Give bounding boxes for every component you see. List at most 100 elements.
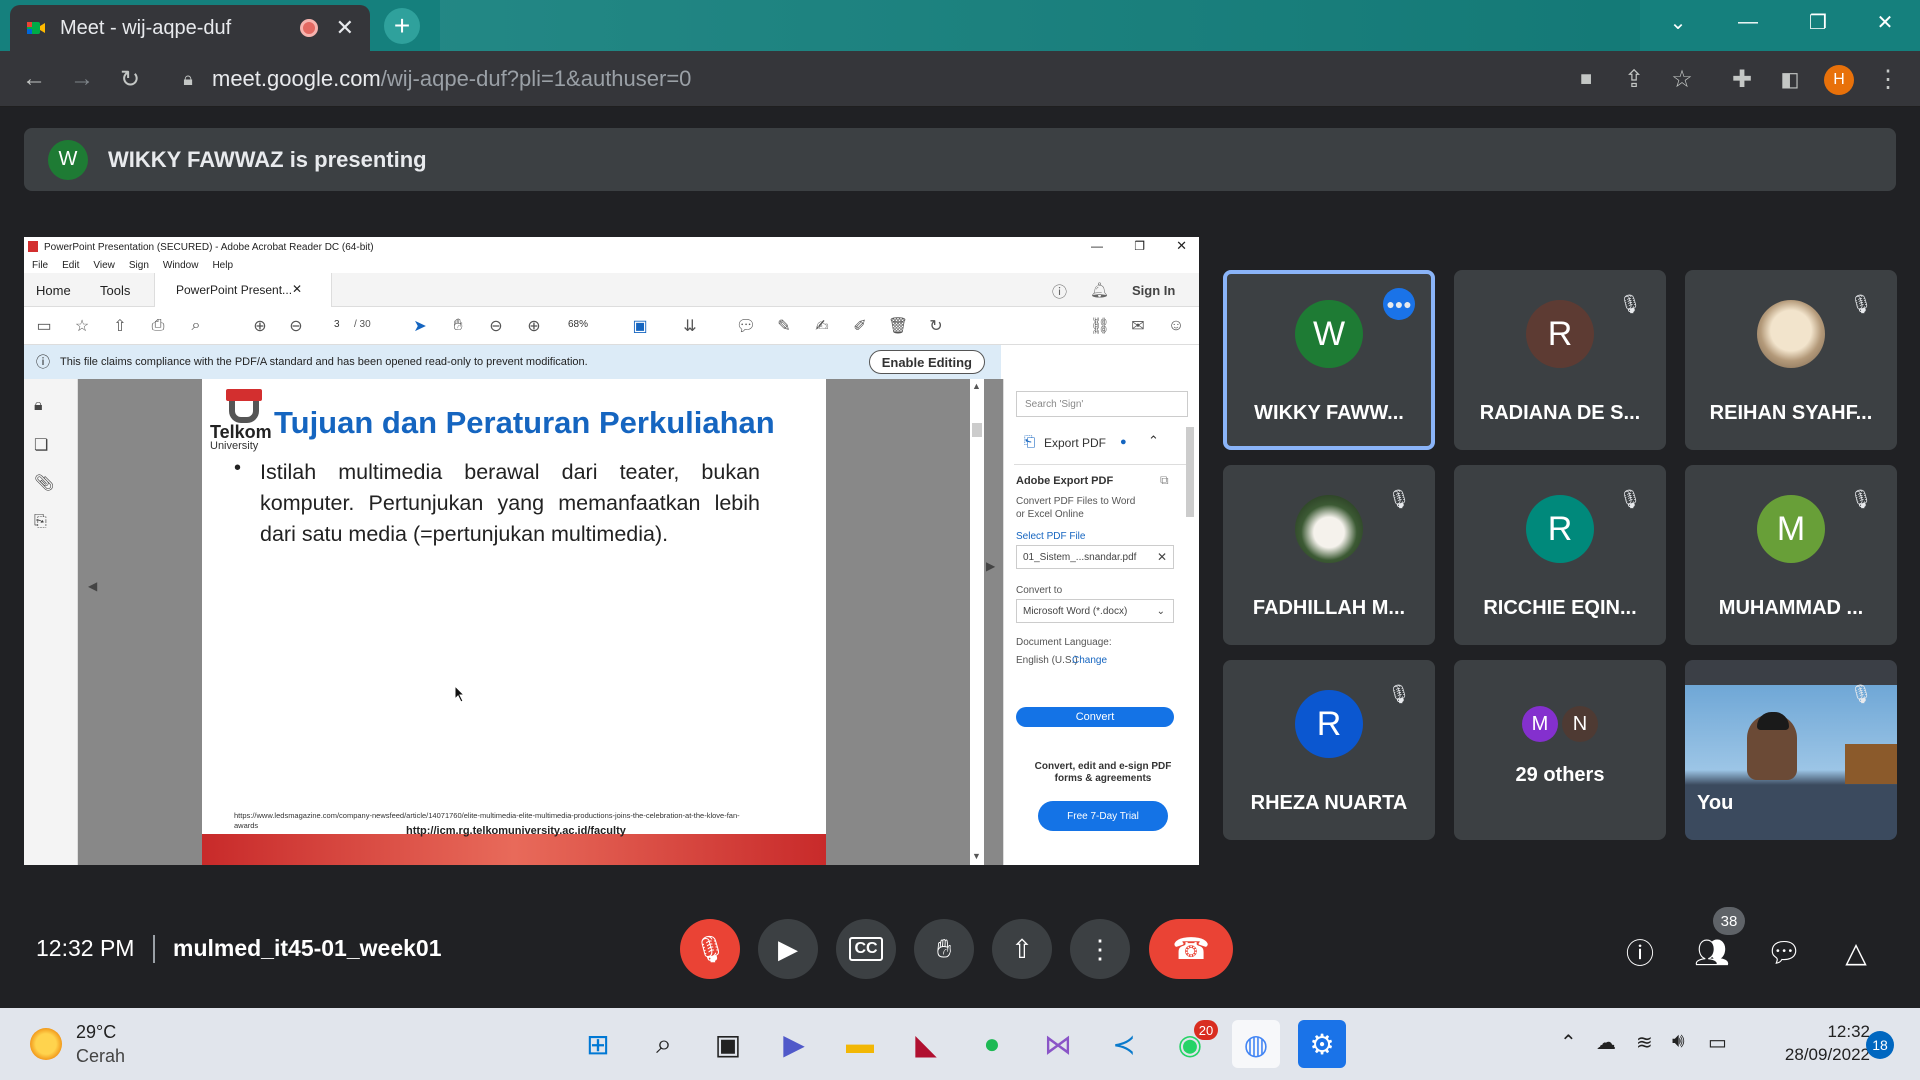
restore-button[interactable]: ❐ xyxy=(1783,0,1853,44)
speaking-indicator-icon: ●●● xyxy=(1383,288,1415,320)
teams-chat-icon[interactable]: ▶ xyxy=(770,1020,818,1068)
more-options-button[interactable]: ⋮ xyxy=(1070,919,1130,979)
menu-sign: Sign xyxy=(128,259,149,271)
tab-title: Meet - wij-aqpe-duf xyxy=(60,16,232,39)
acrobat-right-panel: Search 'Sign' ⎗ Export PDF ● ⌃ Adobe Exp… xyxy=(1003,379,1199,865)
participant-tile[interactable]: W ●●● WIKKY FAWW... xyxy=(1223,270,1435,450)
camera-blocked-icon[interactable]: ■ xyxy=(1566,51,1606,107)
present-screen-icon: ⇧ xyxy=(1011,933,1033,964)
wifi-icon[interactable]: ≋ xyxy=(1636,1030,1653,1055)
self-view-tile[interactable]: 🎙︎ You xyxy=(1685,660,1897,840)
security-lock-icon: 🔒︎ xyxy=(34,397,43,414)
onedrive-cloud-icon[interactable]: ☁︎ xyxy=(1596,1030,1616,1055)
menu-help: Help xyxy=(212,259,234,271)
reload-icon[interactable]: ↻ xyxy=(110,51,150,107)
menu-view: View xyxy=(93,259,115,271)
participant-tile[interactable]: R 🎙︎ RHEZA NUARTA xyxy=(1223,660,1435,840)
lock-icon[interactable]: 🔒︎ xyxy=(168,51,208,107)
telkom-logo-mark-icon xyxy=(226,389,262,401)
page-total: / 30 xyxy=(354,319,371,330)
snip-tool-icon[interactable]: ⚙︎ xyxy=(1298,1020,1346,1068)
chat-button[interactable]: 💬︎ xyxy=(1762,930,1806,974)
people-button[interactable]: 👥︎ xyxy=(1690,930,1734,974)
new-tab-button[interactable]: + xyxy=(384,8,420,44)
tab-search-icon[interactable]: ⌄ xyxy=(1643,0,1713,44)
zoom-level: 68% xyxy=(568,319,589,330)
taskbar-date[interactable]: 28/09/2022 xyxy=(1748,1045,1870,1065)
vscode-icon[interactable]: ≺ xyxy=(1100,1020,1148,1068)
scroll-mode-icon: ⇊ xyxy=(683,318,697,335)
more-vert-icon: ⋮ xyxy=(1087,933,1113,964)
show-hidden-icons[interactable]: ⌃ xyxy=(1560,1030,1577,1055)
people-icon: 👥︎ xyxy=(1694,936,1730,968)
share-icon[interactable]: ⇪ xyxy=(1614,51,1654,107)
profile-avatar[interactable]: H xyxy=(1824,65,1854,95)
shared-screen: PowerPoint Presentation (SECURED) - Adob… xyxy=(24,237,1199,865)
others-tile[interactable]: M N 29 others xyxy=(1454,660,1666,840)
info-icon: ⓘ xyxy=(1625,938,1654,969)
export-description: Convert PDF Files to Word or Excel Onlin… xyxy=(1016,496,1136,520)
mic-off-icon: 🎙︎ xyxy=(1618,488,1642,509)
side-panel-icon[interactable]: ◧ xyxy=(1770,51,1810,107)
minimize-button[interactable]: — xyxy=(1713,0,1783,44)
participant-name: REIHAN SYAHF... xyxy=(1709,402,1873,424)
forward-icon[interactable]: → xyxy=(62,51,102,107)
menu-file: File xyxy=(32,259,49,271)
participant-tile[interactable]: M 🎙︎ MUHAMMAD ... xyxy=(1685,465,1897,645)
hand-icon: ✋︎ xyxy=(453,317,463,334)
participant-tile[interactable]: 🎙︎ FADHILLAH M... xyxy=(1223,465,1435,645)
file-explorer-icon[interactable]: ▬ xyxy=(836,1020,884,1068)
battery-icon[interactable]: ▭ xyxy=(1708,1030,1727,1055)
notification-count-badge[interactable]: 18 xyxy=(1866,1031,1894,1059)
convert-to-label: Convert to xyxy=(1016,585,1063,596)
menu-kebab-icon[interactable]: ⋮ xyxy=(1868,51,1908,107)
mic-off-icon: 🎙︎ xyxy=(1849,488,1873,509)
weather-sun-icon[interactable] xyxy=(30,1028,62,1060)
participant-name: RICCHIE EQIN... xyxy=(1483,597,1637,619)
chat-icon: 💬︎ xyxy=(1766,936,1802,968)
stamp-icon: ✐ xyxy=(853,318,867,335)
camera-toggle-button[interactable]: ▶ xyxy=(758,919,818,979)
telkom-logo: Telkom University xyxy=(210,389,278,452)
present-now-button[interactable]: ⇧ xyxy=(992,919,1052,979)
address-bar[interactable]: meet.google.com/wij-aqpe-duf?pli=1&authu… xyxy=(212,63,691,95)
captions-icon: CC xyxy=(849,937,883,961)
valorant-icon[interactable]: ◣ xyxy=(902,1020,950,1068)
fit-page-icon: ▣ xyxy=(632,318,648,335)
acrobat-help-icon: ⓘ xyxy=(1052,284,1068,301)
captions-button[interactable]: CC xyxy=(836,919,896,979)
spotify-icon[interactable]: ● xyxy=(968,1020,1016,1068)
back-icon[interactable]: ← xyxy=(14,51,54,107)
browser-tab[interactable]: Meet - wij-aqpe-duf ✕ xyxy=(10,5,370,51)
volume-icon[interactable]: 🔊︎ xyxy=(1672,1030,1685,1053)
participant-tile[interactable]: R 🎙︎ RICCHIE EQIN... xyxy=(1454,465,1666,645)
meeting-details-button[interactable]: ⓘ xyxy=(1618,930,1662,974)
search-icon[interactable]: ⌕ xyxy=(640,1020,688,1068)
mic-toggle-button[interactable]: 🎙︎ xyxy=(680,919,740,979)
activities-button[interactable]: △ xyxy=(1834,930,1878,974)
change-language-link: Change xyxy=(1072,655,1108,666)
chrome-icon[interactable]: ◍ xyxy=(1232,1020,1280,1068)
start-windows-icon[interactable]: ⊞ xyxy=(574,1020,622,1068)
close-tab-icon[interactable]: ✕ xyxy=(336,15,354,41)
acrobat-restore-icon: ❐ xyxy=(1134,239,1145,253)
raise-hand-button[interactable]: ✋︎ xyxy=(914,919,974,979)
acrobat-tab-close-icon: ✕ xyxy=(292,282,303,296)
participant-tile[interactable]: 🎙︎ REIHAN SYAHF... xyxy=(1685,270,1897,450)
weather-temp[interactable]: 29°C xyxy=(76,1022,116,1043)
task-view-icon[interactable]: ▣ xyxy=(704,1020,752,1068)
enable-editing-button: Enable Editing xyxy=(868,350,985,374)
taskbar-clock[interactable]: 12:32 xyxy=(1778,1022,1870,1042)
leave-call-button[interactable]: ☎︎ xyxy=(1149,919,1233,979)
next-page-icon: ⊖ xyxy=(289,318,303,335)
close-window-button[interactable]: ✕ xyxy=(1850,0,1920,44)
hang-up-icon: ☎︎ xyxy=(1172,932,1210,966)
bookmark-star-icon[interactable]: ☆ xyxy=(1662,51,1702,107)
weather-desc[interactable]: Cerah xyxy=(76,1046,125,1067)
extensions-icon[interactable]: ✚ xyxy=(1722,51,1762,107)
others-avatar-a: M xyxy=(1522,706,1558,742)
participant-tile[interactable]: R 🎙︎ RADIANA DE S... xyxy=(1454,270,1666,450)
visual-studio-icon[interactable]: ⋈ xyxy=(1034,1020,1082,1068)
self-video-furniture xyxy=(1845,744,1897,784)
panel-divider xyxy=(1014,464,1192,465)
